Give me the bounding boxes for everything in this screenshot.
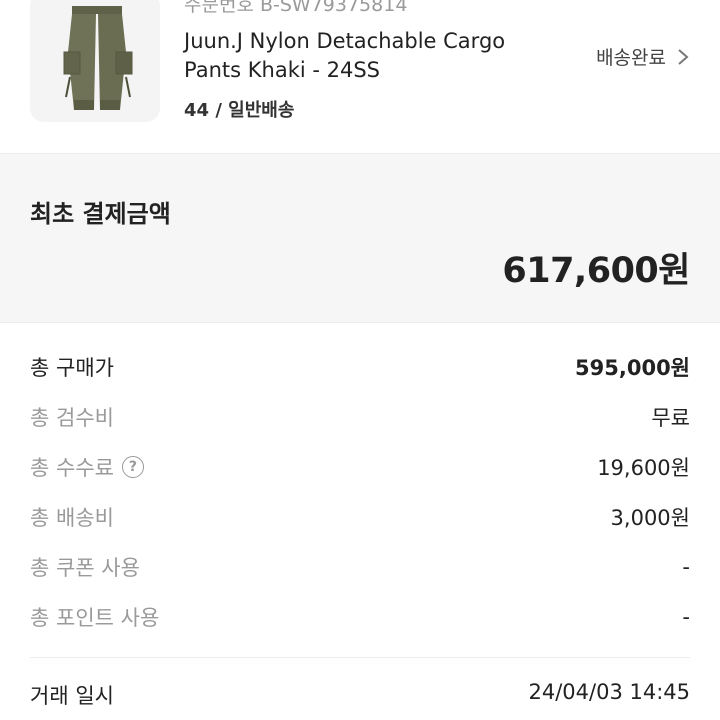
breakdown-label: 총 포인트 사용 bbox=[30, 606, 160, 630]
delivery-status-link[interactable]: 배송완료 bbox=[596, 43, 690, 70]
breakdown-value: 19,600원 bbox=[597, 456, 690, 480]
breakdown-value: - bbox=[682, 555, 690, 579]
initial-payment-section: 최초 결제금액 617,600원 bbox=[0, 153, 720, 323]
breakdown-row-commission: 총 수수료 ? 19,600원 bbox=[30, 442, 690, 492]
breakdown-label-wrap: 총 수수료 ? bbox=[30, 452, 144, 482]
breakdown-value: 595,000원 bbox=[575, 356, 690, 380]
payment-breakdown: 총 구매가 595,000원 총 검수비 무료 총 수수료 ? 19,600원 … bbox=[30, 342, 690, 642]
chevron-right-icon bbox=[678, 48, 689, 65]
product-name[interactable]: Juun.J Nylon Detachable Cargo Pants Khak… bbox=[184, 27, 554, 85]
product-summary[interactable]: 주문번호 B-SW79375814 Juun.J Nylon Detachabl… bbox=[0, 0, 720, 153]
breakdown-row-coupon: 총 쿠폰 사용 - bbox=[30, 542, 690, 592]
breakdown-row-inspection-fee: 총 검수비 무료 bbox=[30, 392, 690, 442]
product-option: 44 / 일반배송 bbox=[184, 100, 295, 121]
breakdown-row-shipping-fee: 총 배송비 3,000원 bbox=[30, 492, 690, 542]
breakdown-label: 총 구매가 bbox=[30, 356, 114, 380]
order-number: 주문번호 B-SW79375814 bbox=[184, 0, 408, 16]
breakdown-value: 무료 bbox=[651, 406, 690, 430]
breakdown-label: 총 수수료 bbox=[30, 456, 114, 480]
section-divider bbox=[30, 657, 690, 658]
help-icon[interactable]: ? bbox=[121, 456, 144, 478]
trade-datetime-row: 거래 일시 24/04/03 14:45 bbox=[30, 680, 690, 710]
breakdown-label: 총 쿠폰 사용 bbox=[30, 556, 140, 580]
breakdown-row-purchase-price: 총 구매가 595,000원 bbox=[30, 342, 690, 392]
product-thumbnail[interactable] bbox=[30, 0, 160, 122]
delivery-status-label: 배송완료 bbox=[596, 47, 666, 69]
trade-datetime-value: 24/04/03 14:45 bbox=[528, 680, 690, 704]
cargo-pants-image bbox=[63, 6, 133, 110]
breakdown-label: 총 검수비 bbox=[30, 406, 114, 430]
trade-datetime-label: 거래 일시 bbox=[30, 684, 114, 708]
breakdown-label: 총 배송비 bbox=[30, 506, 114, 530]
initial-payment-label: 최초 결제금액 bbox=[30, 200, 171, 228]
breakdown-value: 3,000원 bbox=[610, 506, 690, 530]
initial-payment-amount: 617,600원 bbox=[502, 251, 690, 291]
breakdown-value: - bbox=[682, 605, 690, 629]
breakdown-row-points: 총 포인트 사용 - bbox=[30, 592, 690, 642]
